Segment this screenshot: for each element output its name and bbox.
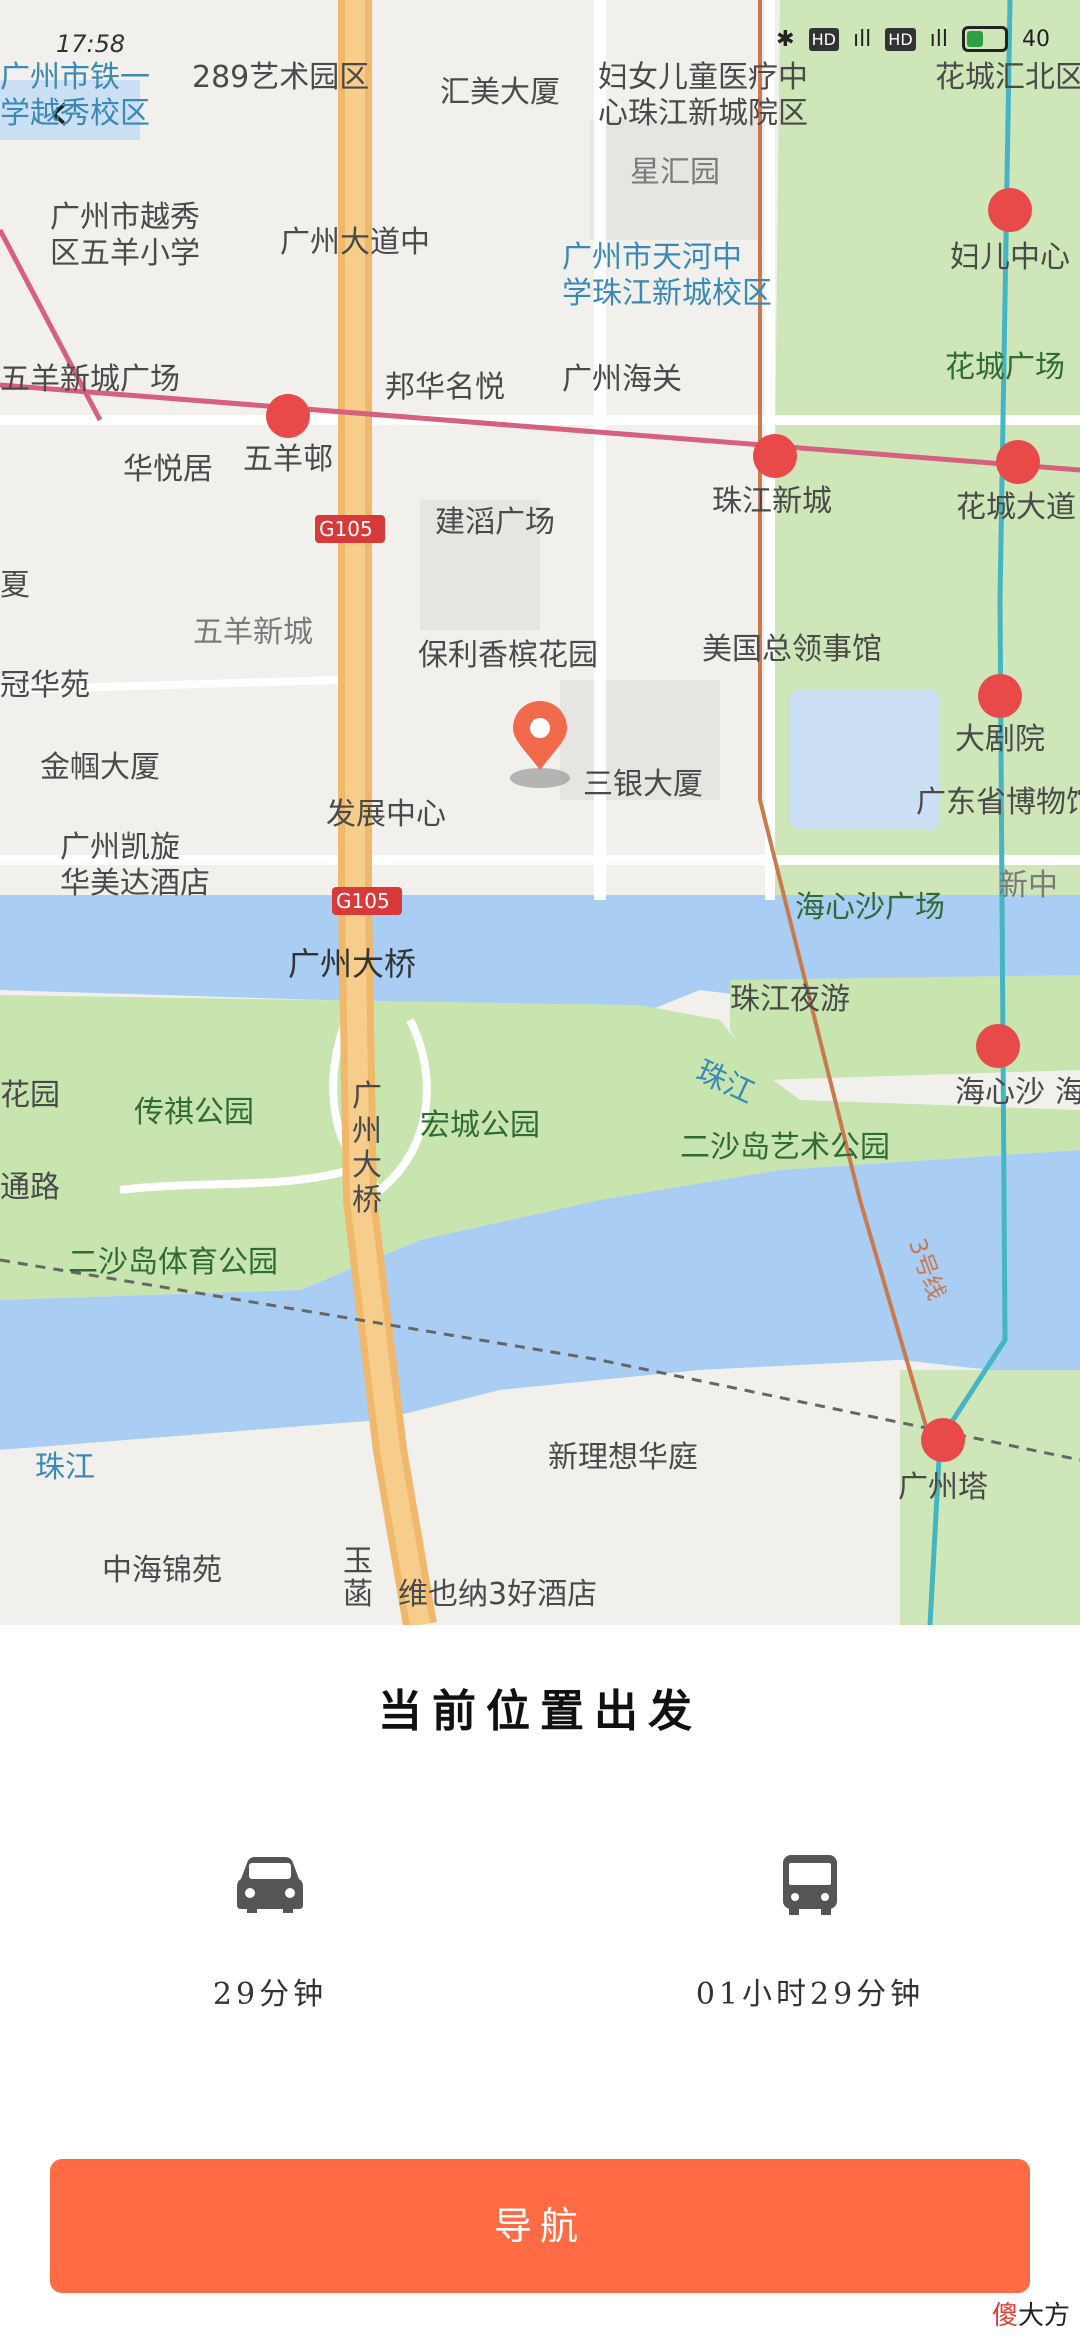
- poi-label[interactable]: 海: [1055, 1075, 1080, 1111]
- poi-label[interactable]: 传祺公园: [134, 1095, 254, 1131]
- poi-label[interactable]: 花园: [0, 1078, 60, 1114]
- poi-label[interactable]: 建滔广场: [435, 505, 555, 541]
- hd-badge-2: HD: [885, 27, 916, 51]
- hd-badge: HD: [808, 27, 839, 51]
- poi-label[interactable]: 通路: [0, 1170, 60, 1206]
- navigate-button[interactable]: 导航: [50, 2159, 1030, 2293]
- poi-label[interactable]: 五羊邨: [243, 442, 333, 478]
- poi-label[interactable]: 海心沙广场: [795, 890, 945, 926]
- poi-label[interactable]: 花城汇北区: [935, 60, 1080, 96]
- poi-label[interactable]: 汇美大厦: [440, 75, 560, 111]
- poi-label[interactable]: 广 州 大 桥: [352, 1079, 382, 1218]
- route-sheet: 当前位置出发 29分钟 01小时29分钟 导航: [0, 1625, 1080, 2340]
- poi-label[interactable]: 夏: [0, 568, 30, 604]
- poi-label[interactable]: 花城广场: [945, 350, 1065, 386]
- poi-label[interactable]: 维也纳3好酒店: [398, 1577, 597, 1613]
- poi-label[interactable]: 广东省博物馆: [916, 785, 1080, 821]
- poi-label[interactable]: 珠江新城: [712, 484, 832, 520]
- signal-icon-2: ıll: [929, 26, 948, 52]
- road-shield-g105: G105: [336, 889, 390, 913]
- status-indicators: ✱ HD ıll HD ıll 40: [776, 26, 1050, 52]
- poi-label[interactable]: 发展中心: [326, 797, 446, 833]
- battery-text: 40: [1022, 26, 1050, 52]
- poi-label[interactable]: 海心沙: [955, 1075, 1045, 1111]
- status-time: 17:58: [56, 30, 126, 58]
- poi-label[interactable]: 广州市越秀 区五羊小学: [50, 200, 200, 272]
- poi-label[interactable]: 二沙岛体育公园: [68, 1245, 278, 1281]
- poi-label[interactable]: 保利香槟花园: [418, 638, 598, 674]
- poi-label[interactable]: 289艺术园区: [192, 60, 369, 96]
- bus-mode[interactable]: 01小时29分钟: [620, 1855, 1000, 2013]
- poi-label[interactable]: 冠华苑: [0, 668, 90, 704]
- poi-label[interactable]: 五羊新城: [193, 615, 313, 651]
- poi-label[interactable]: 广州塔: [898, 1470, 988, 1506]
- car-time: 29分钟: [212, 1977, 328, 2012]
- poi-label[interactable]: 广州市天河中 学珠江新城校区: [562, 240, 772, 312]
- poi-label[interactable]: 花城大道: [956, 490, 1076, 526]
- river-label: 珠江: [35, 1450, 95, 1485]
- poi-label[interactable]: 广州大桥: [288, 945, 416, 983]
- watermark: 傻大方: [991, 2295, 1070, 2332]
- bus-icon: [775, 1855, 845, 1915]
- poi-label[interactable]: 大剧院: [955, 722, 1045, 758]
- poi-label[interactable]: 广州市铁一 学越秀校区: [0, 60, 150, 132]
- poi-label[interactable]: 新理想华庭: [548, 1440, 698, 1476]
- poi-label[interactable]: 妇儿中心: [950, 240, 1070, 276]
- car-mode[interactable]: 29分钟: [80, 1855, 460, 2013]
- bus-time: 01小时29分钟: [695, 1977, 925, 2012]
- poi-label[interactable]: 华悦居: [123, 452, 213, 488]
- poi-label[interactable]: 中海锦苑: [102, 1553, 222, 1589]
- poi-label[interactable]: 珠江夜游: [730, 982, 850, 1018]
- bluetooth-icon: ✱: [776, 26, 795, 52]
- poi-label[interactable]: 广州凯旋 华美达酒店: [60, 830, 210, 902]
- page-title: 当前位置出发: [378, 1686, 702, 1737]
- car-icon: [235, 1855, 305, 1915]
- poi-label[interactable]: 二沙岛艺术公园: [680, 1130, 890, 1166]
- poi-label[interactable]: 妇女儿童医疗中 心珠江新城院区: [598, 60, 808, 132]
- poi-label[interactable]: 玉 菡: [343, 1545, 373, 1611]
- map-view[interactable]: 17:58 ✱ HD ıll HD ıll 40 ‹ 289艺术园区 汇美大厦 …: [0, 0, 1080, 1625]
- poi-label[interactable]: 新中: [998, 868, 1058, 904]
- poi-label[interactable]: 三银大厦: [583, 767, 703, 803]
- poi-label[interactable]: 宏城公园: [420, 1108, 540, 1144]
- poi-label[interactable]: 星汇园: [630, 155, 720, 191]
- poi-label[interactable]: 金帼大厦: [40, 750, 160, 786]
- poi-label[interactable]: 广州大道中: [280, 225, 430, 261]
- battery-icon: [962, 26, 1008, 52]
- poi-label[interactable]: 美国总领事馆: [702, 632, 882, 668]
- poi-label[interactable]: 广州海关: [562, 362, 682, 398]
- road-shield-g105: G105: [319, 517, 373, 541]
- poi-label[interactable]: 五羊新城广场: [0, 362, 180, 398]
- signal-icon: ıll: [852, 26, 872, 52]
- location-pin-icon: [505, 700, 575, 800]
- poi-label[interactable]: 邦华名悦: [385, 370, 505, 406]
